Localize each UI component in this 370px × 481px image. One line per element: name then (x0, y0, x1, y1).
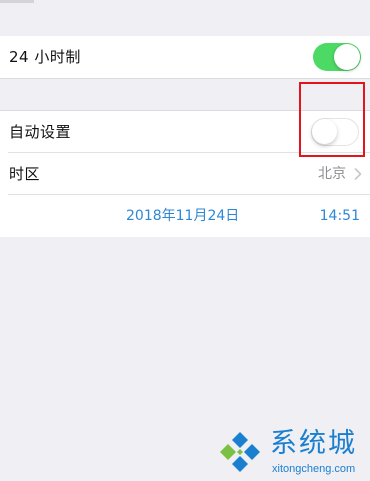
watermark-url: xitongcheng.com (272, 463, 356, 475)
row-timezone-label: 时区 (9, 165, 41, 183)
top-strip (0, 0, 370, 36)
row-date-time[interactable]: 2018年11月24日 14:51 (0, 195, 370, 237)
top-strip-mark (0, 0, 34, 3)
row-24-hour[interactable]: 24 小时制 (0, 36, 370, 78)
xitongcheng-logo-icon (220, 432, 260, 472)
highlight-box (299, 82, 365, 157)
timezone-value: 北京 (318, 166, 346, 182)
24-hour-toggle[interactable] (313, 43, 361, 71)
row-auto-set-label: 自动设置 (9, 123, 72, 141)
settings-group-clock: 24 小时制 (0, 36, 370, 79)
row-timezone[interactable]: 时区 北京 (0, 153, 370, 195)
chevron-right-icon (354, 168, 362, 180)
date-value[interactable]: 2018年11月24日 (126, 195, 239, 237)
time-value[interactable]: 14:51 (320, 195, 360, 237)
watermark: 系统城 xitongcheng.com (214, 426, 364, 478)
24-hour-toggle-knob (334, 44, 360, 70)
watermark-title: 系统城 (270, 428, 357, 459)
row-24-hour-label: 24 小时制 (9, 48, 81, 66)
